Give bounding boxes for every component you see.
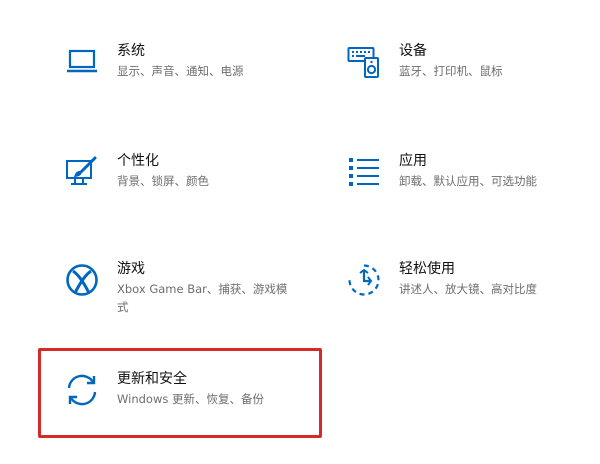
tile-title: 系统 xyxy=(117,43,145,59)
xbox-icon xyxy=(64,262,100,298)
tile-apps[interactable]: 应用 卸载、默认应用、可选功能 xyxy=(346,153,537,190)
laptop-icon xyxy=(64,44,100,80)
tile-description: 卸载、默认应用、可选功能 xyxy=(399,174,537,188)
tile-ease-of-access[interactable]: 轻松使用 讲述人、放大镜、高对比度 xyxy=(346,261,537,298)
keyboard-speaker-icon xyxy=(346,44,382,80)
tile-description: 背景、锁屏、颜色 xyxy=(117,174,209,188)
tile-description: 显示、声音、通知、电源 xyxy=(117,64,244,78)
tile-description: Windows 更新、恢复、备份 xyxy=(117,392,264,406)
app-list-icon xyxy=(346,154,382,190)
tile-description: 蓝牙、打印机、鼠标 xyxy=(399,64,503,78)
tile-description: Xbox Game Bar、捕获、游戏模式 xyxy=(117,282,288,314)
tile-title: 游戏 xyxy=(117,261,145,277)
tile-update-and-security[interactable]: 更新和安全 Windows 更新、恢复、备份 xyxy=(64,371,264,408)
tile-personalization[interactable]: 个性化 背景、锁屏、颜色 xyxy=(64,153,209,190)
tile-title: 个性化 xyxy=(117,153,159,169)
tile-gaming[interactable]: 游戏 Xbox Game Bar、捕获、游戏模式 xyxy=(64,261,297,316)
tile-title: 设备 xyxy=(399,43,427,59)
tile-title: 应用 xyxy=(399,153,427,169)
tile-system[interactable]: 系统 显示、声音、通知、电源 xyxy=(64,43,244,80)
sync-icon xyxy=(64,372,100,408)
tile-title: 更新和安全 xyxy=(117,371,187,387)
tile-description: 讲述人、放大镜、高对比度 xyxy=(399,282,537,296)
ease-of-access-icon xyxy=(346,262,382,298)
paint-brush-icon xyxy=(64,154,100,190)
tile-title: 轻松使用 xyxy=(399,261,455,277)
tile-devices[interactable]: 设备 蓝牙、打印机、鼠标 xyxy=(346,43,503,80)
